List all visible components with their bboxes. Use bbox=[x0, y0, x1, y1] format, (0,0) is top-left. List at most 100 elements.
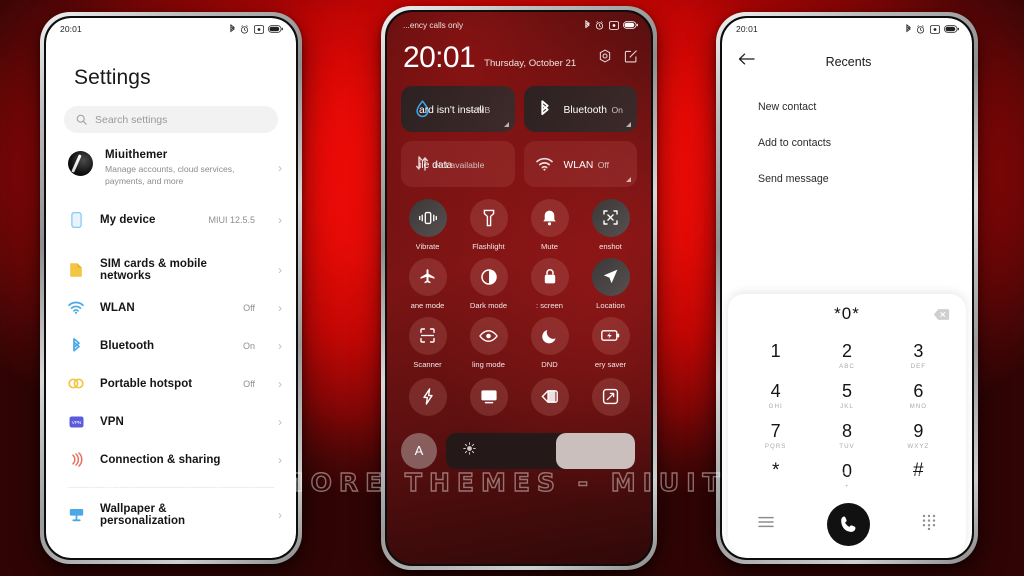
toggle-dark-mode[interactable]: Dark mode bbox=[458, 257, 519, 310]
tile-mobile-data[interactable]: ile data Not available bbox=[401, 140, 515, 187]
hamburger-menu-icon[interactable] bbox=[758, 515, 774, 533]
menu-item-send-message[interactable]: Send message bbox=[722, 161, 972, 197]
keypad-icon[interactable] bbox=[922, 514, 936, 535]
vibrate-icon bbox=[408, 198, 447, 237]
device-icon bbox=[68, 211, 84, 228]
wifi-icon bbox=[535, 157, 555, 171]
dial-key-2[interactable]: 2 ABC bbox=[811, 336, 882, 376]
toggle-location[interactable]: Location bbox=[580, 257, 641, 310]
toggle-label: ery saver bbox=[594, 359, 627, 369]
tile-subtitle: On bbox=[611, 104, 623, 115]
dial-key-0[interactable]: 0 + bbox=[811, 456, 882, 496]
dial-key-5[interactable]: 5 JKL bbox=[811, 376, 882, 416]
dialed-number[interactable]: *0* bbox=[742, 304, 930, 324]
key-digit: 2 bbox=[841, 340, 852, 361]
toggle-mute[interactable]: Mute bbox=[519, 198, 580, 251]
row-label: SIM cards & mobile networks bbox=[100, 257, 207, 282]
dialer-screen: 20:01 Recents New contact Add to contact… bbox=[722, 18, 972, 558]
sidebar-item-wallpaper[interactable]: Wallpaper & personalization › bbox=[46, 496, 296, 534]
wallpaper-icon bbox=[68, 508, 84, 522]
dial-key-3[interactable]: 3 DEF bbox=[883, 336, 954, 376]
row-label: My device bbox=[100, 213, 156, 226]
status-icons bbox=[905, 24, 960, 34]
avatar bbox=[68, 151, 93, 176]
toggle-label: Scanner bbox=[413, 359, 442, 369]
edit-icon[interactable] bbox=[624, 49, 638, 68]
chevron-right-icon: › bbox=[278, 212, 282, 227]
toggle-flashlight[interactable]: Flashlight bbox=[458, 198, 519, 251]
toggle-quick-ball[interactable] bbox=[397, 377, 458, 421]
dial-key-9[interactable]: 9 WXYZ bbox=[883, 416, 954, 456]
backspace-icon[interactable] bbox=[930, 308, 952, 321]
search-input[interactable]: Search settings bbox=[64, 106, 278, 133]
flashlight-icon bbox=[469, 198, 508, 237]
menu-item-add-to-contacts[interactable]: Add to contacts bbox=[722, 125, 972, 161]
toggle-dnd[interactable]: DND bbox=[519, 316, 580, 369]
toggle-label: : screen bbox=[535, 300, 563, 310]
status-bar: 20:01 bbox=[722, 18, 972, 40]
menu-item-new-contact[interactable]: New contact bbox=[722, 89, 972, 125]
sidebar-item-portable-hotspot[interactable]: Portable hotspot Off › bbox=[46, 365, 296, 403]
bluetooth-icon bbox=[535, 99, 555, 118]
key-digit: * bbox=[771, 460, 780, 481]
clock-time: 20:01 bbox=[403, 41, 476, 74]
brightness-fill bbox=[555, 432, 635, 469]
account-row[interactable]: Miuithemer Manage accounts, cloud servic… bbox=[46, 133, 296, 202]
dnd-icon bbox=[253, 24, 264, 34]
toggle-label: ling mode bbox=[472, 359, 505, 369]
sidebar-item-wlan[interactable]: WLAN Off › bbox=[46, 289, 296, 327]
toggle-theme[interactable] bbox=[519, 377, 580, 421]
sidebar-item-vpn[interactable]: VPN VPN › bbox=[46, 403, 296, 441]
chevron-right-icon: › bbox=[278, 300, 282, 315]
toggle-airplane-mode[interactable]: ane mode bbox=[397, 257, 458, 310]
dial-key-4[interactable]: 4 GHI bbox=[740, 376, 811, 416]
brightness-slider[interactable] bbox=[446, 432, 635, 469]
key-letters: DEF bbox=[910, 362, 927, 370]
call-button[interactable] bbox=[826, 502, 870, 546]
toggle-scanner[interactable]: Scanner bbox=[397, 316, 458, 369]
moon-icon bbox=[530, 316, 569, 355]
tile-wlan[interactable]: WLAN Off bbox=[523, 140, 637, 187]
dial-key-7[interactable]: 7 PQRS bbox=[740, 416, 811, 456]
row-label: Portable hotspot bbox=[100, 377, 193, 390]
dial-key-1[interactable]: 1 bbox=[740, 336, 811, 376]
key-digit: 0 bbox=[841, 460, 852, 481]
toggle-screenshot[interactable]: enshot bbox=[580, 198, 641, 251]
row-value: On bbox=[242, 340, 255, 351]
dial-key-6[interactable]: 6 MNO bbox=[883, 376, 954, 416]
key-letters: + bbox=[844, 482, 850, 490]
dialpad-keys: 1 2 ABC 3 DEF 4 GHI 5 JKL 6 MNO 7 PQRS 8 TUV 9W… bbox=[728, 334, 966, 496]
dnd-icon bbox=[608, 20, 619, 30]
settings-gear-icon[interactable] bbox=[598, 48, 612, 68]
toggle-vibrate[interactable]: Vibrate bbox=[397, 198, 458, 251]
sidebar-item-my-device[interactable]: My device MIUI 12.5.5 › bbox=[46, 202, 296, 238]
tile-expand-corner[interactable] bbox=[626, 121, 631, 127]
dial-key-8[interactable]: 8 TUV bbox=[811, 416, 882, 456]
sidebar-item-sim-cards[interactable]: SIM cards & mobile networks › bbox=[46, 251, 296, 289]
sidebar-item-connection-sharing[interactable]: Connection & sharing › bbox=[46, 441, 296, 479]
tile-expand-corner[interactable] bbox=[503, 121, 509, 127]
row-label: VPN bbox=[100, 415, 124, 428]
toggle-cast[interactable] bbox=[458, 377, 519, 421]
key-letters: GHI bbox=[768, 402, 783, 410]
status-time: 20:01 bbox=[736, 24, 758, 34]
key-letters: JKL bbox=[840, 402, 854, 410]
row-value: MIUI 12.5.5 bbox=[208, 214, 255, 225]
toggle-rotate[interactable] bbox=[580, 377, 641, 421]
dial-key-hash[interactable]: # bbox=[883, 456, 954, 496]
alarm-icon bbox=[916, 24, 925, 33]
toggle-battery-saver[interactable]: ery saver bbox=[580, 316, 641, 369]
auto-brightness-button[interactable]: A bbox=[401, 432, 437, 469]
bluetooth-icon bbox=[68, 337, 84, 354]
toggle-reading-mode[interactable]: ling mode bbox=[458, 316, 519, 369]
alarm-icon bbox=[240, 24, 249, 33]
dark-mode-icon bbox=[469, 257, 508, 296]
sidebar-item-bluetooth[interactable]: Bluetooth On › bbox=[46, 327, 296, 365]
toggle-lock-screen[interactable]: : screen bbox=[519, 257, 580, 310]
dial-key-star[interactable]: * bbox=[740, 456, 811, 496]
control-center-screen: ...ency calls only 20:01 Thursday, Octob… bbox=[387, 12, 651, 564]
tile-storage[interactable]: ard isn't install --- MB bbox=[401, 85, 515, 132]
settings-screen: 20:01 Settings Search settings Miuitheme… bbox=[46, 18, 296, 558]
tile-bluetooth[interactable]: Bluetooth On bbox=[523, 85, 637, 132]
tile-expand-corner[interactable] bbox=[626, 176, 631, 182]
